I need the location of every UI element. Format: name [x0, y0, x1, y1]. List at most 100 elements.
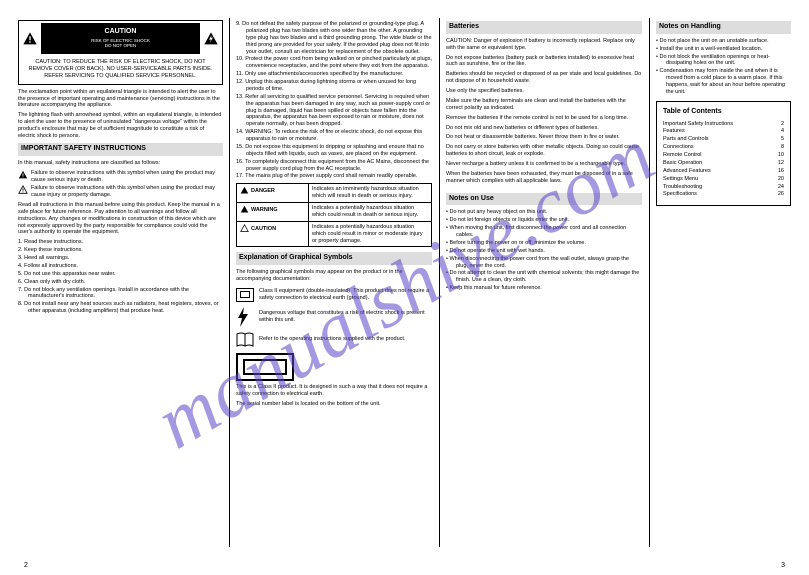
- toc-line: Parts and Controls5: [663, 136, 784, 143]
- safety-numbered-list-cont: 9. Do not defeat the safety purpose of t…: [236, 21, 432, 180]
- warn-symbol-list: Failure to observe instructions with thi…: [18, 170, 223, 199]
- list-item: • Keep this manual for future reference.: [446, 285, 642, 292]
- safety-numbered-list: 1. Read these instructions. 2. Keep thes…: [18, 239, 223, 315]
- toc-line: Advanced Features16: [663, 168, 784, 175]
- caution-triangle-icon: [18, 185, 28, 195]
- symbols-intro: The following graphical symbols may appe…: [236, 269, 432, 283]
- triangle-bolt-explain: The lightning flash with arrowhead symbo…: [18, 112, 223, 140]
- warning-triangle-exclaim-icon: [22, 31, 38, 47]
- read-manual-icon: [236, 332, 254, 348]
- page-number-right: 3: [781, 562, 785, 571]
- toc-line: Features4: [663, 128, 784, 135]
- symbol-text: Class II equipment (double-insulated). T…: [259, 288, 432, 302]
- battery-para: Do not heat or disassemble batteries. Ne…: [446, 134, 642, 141]
- list-item: 6. Clean only with dry cloth.: [18, 279, 223, 286]
- list-item: 7. Do not block any ventilation openings…: [18, 287, 223, 301]
- warn-intro: In this manual, safety instructions are …: [18, 160, 223, 167]
- serial-label-note: The serial number label is located on th…: [236, 401, 432, 408]
- column-3: Batteries CAUTION: Danger of explosion i…: [446, 18, 642, 547]
- toc-line: Remote Control10: [663, 152, 784, 159]
- symbol-row: Dangerous voltage that constitutes a ris…: [236, 307, 432, 327]
- list-item: 13. Refer all servicing to qualified ser…: [236, 94, 432, 128]
- battery-para: Do not expose batteries (battery pack or…: [446, 55, 642, 69]
- column-2: 9. Do not defeat the safety purpose of t…: [236, 18, 432, 547]
- list-item: • Do not let foreign objects or liquids …: [446, 217, 642, 224]
- list-item: 10. Protect the power cord from being wa…: [236, 56, 432, 70]
- table-row: WARNING Indicates a potentially hazardou…: [237, 203, 432, 222]
- caution-body: CAUTION: TO REDUCE THE RISK OF ELECTRIC …: [19, 56, 222, 84]
- handling-list: • Do not place the unit on an unstable s…: [656, 38, 791, 96]
- heading-batteries: Batteries: [446, 21, 642, 34]
- list-item: 14. WARNING: To reduce the risk of fire …: [236, 129, 432, 143]
- list-item: 11. Only use attachments/accessories spe…: [236, 71, 432, 78]
- list-item: • Do not place the unit on an unstable s…: [656, 38, 791, 45]
- list-item: • Do not block the ventilation openings …: [656, 54, 791, 68]
- warn-row-text: Failure to observe instructions with thi…: [31, 170, 223, 184]
- list-item: 5. Do not use this apparatus near water.: [18, 271, 223, 278]
- list-item: 12. Unplug this apparatus during lightni…: [236, 79, 432, 93]
- heading-notes-handling: Notes on Handling: [656, 21, 791, 34]
- notes-list: • Do not put any heavy object on this un…: [446, 209, 642, 292]
- table-of-contents: Table of Contents Important Safety Instr…: [656, 101, 791, 207]
- column-rule: [649, 18, 650, 547]
- column-rule: [439, 18, 440, 547]
- list-item: 15. Do not expose this equipment to drip…: [236, 144, 432, 158]
- read-all-para: Read all instructions in this manual bef…: [18, 202, 223, 236]
- list-item: 3. Heed all warnings.: [18, 255, 223, 262]
- heading-safety: IMPORTANT SAFETY INSTRUCTIONS: [18, 143, 223, 156]
- battery-para: Make sure the battery terminals are clea…: [446, 98, 642, 112]
- toc-line: Important Safety Instructions2: [663, 121, 784, 128]
- table-row: CAUTION Indicates a potentially hazardou…: [237, 221, 432, 247]
- signal-word-table: DANGER Indicates an imminently hazardous…: [236, 183, 432, 247]
- battery-para: Do not mix old and new batteries or diff…: [446, 125, 642, 132]
- symbol-row: Class II equipment (double-insulated). T…: [236, 288, 432, 302]
- battery-para: CAUTION: Danger of explosion if battery …: [446, 38, 642, 52]
- page-number-left: 2: [24, 562, 28, 571]
- manual-page: CAUTION RISK OF ELECTRIC SHOCK DO NOT OP…: [18, 18, 791, 557]
- list-item: • Condensation may form inside the unit …: [656, 68, 791, 96]
- caution-sub: RISK OF ELECTRIC SHOCK DO NOT OPEN: [45, 38, 196, 49]
- list-item: 17. The mains plug of the power supply c…: [236, 173, 432, 180]
- toc-line: Connections8: [663, 144, 784, 151]
- list-item: • Install the unit in a well-ventilated …: [656, 46, 791, 53]
- warning-triangle-bolt-icon: [203, 31, 219, 47]
- list-item: • Before turning the power on or off, mi…: [446, 240, 642, 247]
- toc-line: Settings Menu20: [663, 176, 784, 183]
- column-4: Notes on Handling • Do not place the uni…: [656, 18, 791, 547]
- list-item: • Do not attempt to clean the unit with …: [446, 270, 642, 284]
- list-item: 16. To completely disconnect this equipm…: [236, 159, 432, 173]
- symbol-text: Dangerous voltage that constitutes a ris…: [259, 310, 432, 324]
- list-item: 9. Do not defeat the safety purpose of t…: [236, 21, 432, 55]
- column-rule: [229, 18, 230, 547]
- double-insulation-large-icon: [236, 353, 294, 381]
- list-item: 4. Follow all instructions.: [18, 263, 223, 270]
- warning-triangle-icon: [240, 205, 249, 214]
- column-1: CAUTION RISK OF ELECTRIC SHOCK DO NOT OP…: [18, 18, 223, 547]
- toc-line: Specifications26: [663, 191, 784, 198]
- battery-para: Use only the specified batteries.: [446, 88, 642, 95]
- list-item: 2. Keep these instructions.: [18, 247, 223, 254]
- toc-line: Troubleshooting24: [663, 184, 784, 191]
- heading-notes-use: Notes on Use: [446, 193, 642, 206]
- battery-para: Remove the batteries if the remote contr…: [446, 115, 642, 122]
- symbol-text: Refer to the operating instructions supp…: [259, 336, 432, 343]
- lightning-bolt-icon: [236, 307, 250, 327]
- list-item: • Do not put any heavy object on this un…: [446, 209, 642, 216]
- battery-para: Do not carry or store batteries with oth…: [446, 144, 642, 158]
- list-item: • Do not operate the unit with wet hands…: [446, 248, 642, 255]
- double-insulation-icon: [236, 288, 254, 302]
- warning-triangle-icon: [18, 170, 28, 180]
- caution-header: CAUTION: [45, 28, 196, 37]
- battery-para: Batteries should be recycled or disposed…: [446, 71, 642, 85]
- symbol-row: Refer to the operating instructions supp…: [236, 332, 432, 348]
- battery-para: When the batteries have been exhausted, …: [446, 171, 642, 185]
- list-item: • When moving the unit, first disconnect…: [446, 225, 642, 239]
- battery-para: Never recharge a battery unless it is co…: [446, 161, 642, 168]
- caution-triangle-icon: [240, 224, 249, 233]
- danger-triangle-icon: [240, 186, 249, 195]
- list-item: • When disconnecting the power cord from…: [446, 256, 642, 270]
- toc-title: Table of Contents: [663, 108, 784, 117]
- list-item: 1. Read these instructions.: [18, 239, 223, 246]
- toc-line: Basic Operation12: [663, 160, 784, 167]
- caution-box: CAUTION RISK OF ELECTRIC SHOCK DO NOT OP…: [18, 20, 223, 85]
